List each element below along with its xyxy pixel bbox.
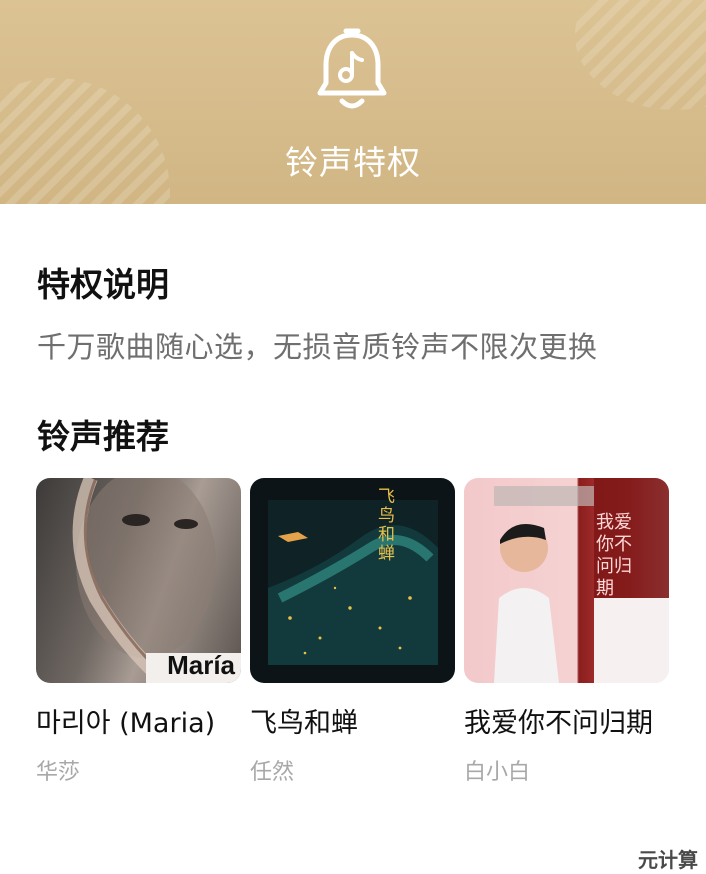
bell-music-icon — [317, 28, 387, 109]
header-banner: 铃声特权 — [0, 0, 706, 204]
ringtone-card[interactable]: María 마리아 (Maria) 华莎 — [36, 478, 241, 786]
recommend-section-title: 铃声推荐 — [37, 417, 169, 456]
privilege-section-title: 特权说明 — [37, 265, 169, 304]
cover-text: 飞鸟和蝉 — [378, 487, 395, 564]
song-title[interactable]: 我爱你不问归期 — [464, 701, 669, 740]
song-title[interactable]: 마리아 (Maria) — [36, 701, 241, 740]
decorative-stripes — [575, 0, 706, 110]
cover-text: María — [167, 650, 235, 680]
ringtone-card[interactable]: 飞鸟和蝉 飞鸟和蝉 任然 — [250, 478, 455, 786]
album-cover[interactable]: María — [36, 478, 241, 683]
privilege-description: 千万歌曲随心选，无损音质铃声不限次更换 — [37, 330, 598, 364]
watermark: 元计算 — [638, 848, 698, 872]
page-title: 铃声特权 — [285, 143, 421, 182]
cover-text: 我爱你不问归期 — [596, 512, 632, 599]
album-cover[interactable]: 我爱你不问归期 — [464, 478, 669, 683]
ringtone-card[interactable]: 我爱你不问归期 我爱你不问归期 白小白 — [464, 478, 669, 786]
album-art — [268, 500, 438, 665]
artist-name: 华莎 — [36, 760, 81, 785]
artist-name: 任然 — [250, 760, 295, 785]
ringtone-list: María 마리아 (Maria) 华莎 飞鸟和蝉 飞鸟和蝉 任然 我爱你不问归… — [36, 478, 676, 788]
artist-name: 白小白 — [464, 760, 531, 785]
song-title[interactable]: 飞鸟和蝉 — [250, 701, 455, 740]
album-cover[interactable]: 飞鸟和蝉 — [250, 478, 455, 683]
